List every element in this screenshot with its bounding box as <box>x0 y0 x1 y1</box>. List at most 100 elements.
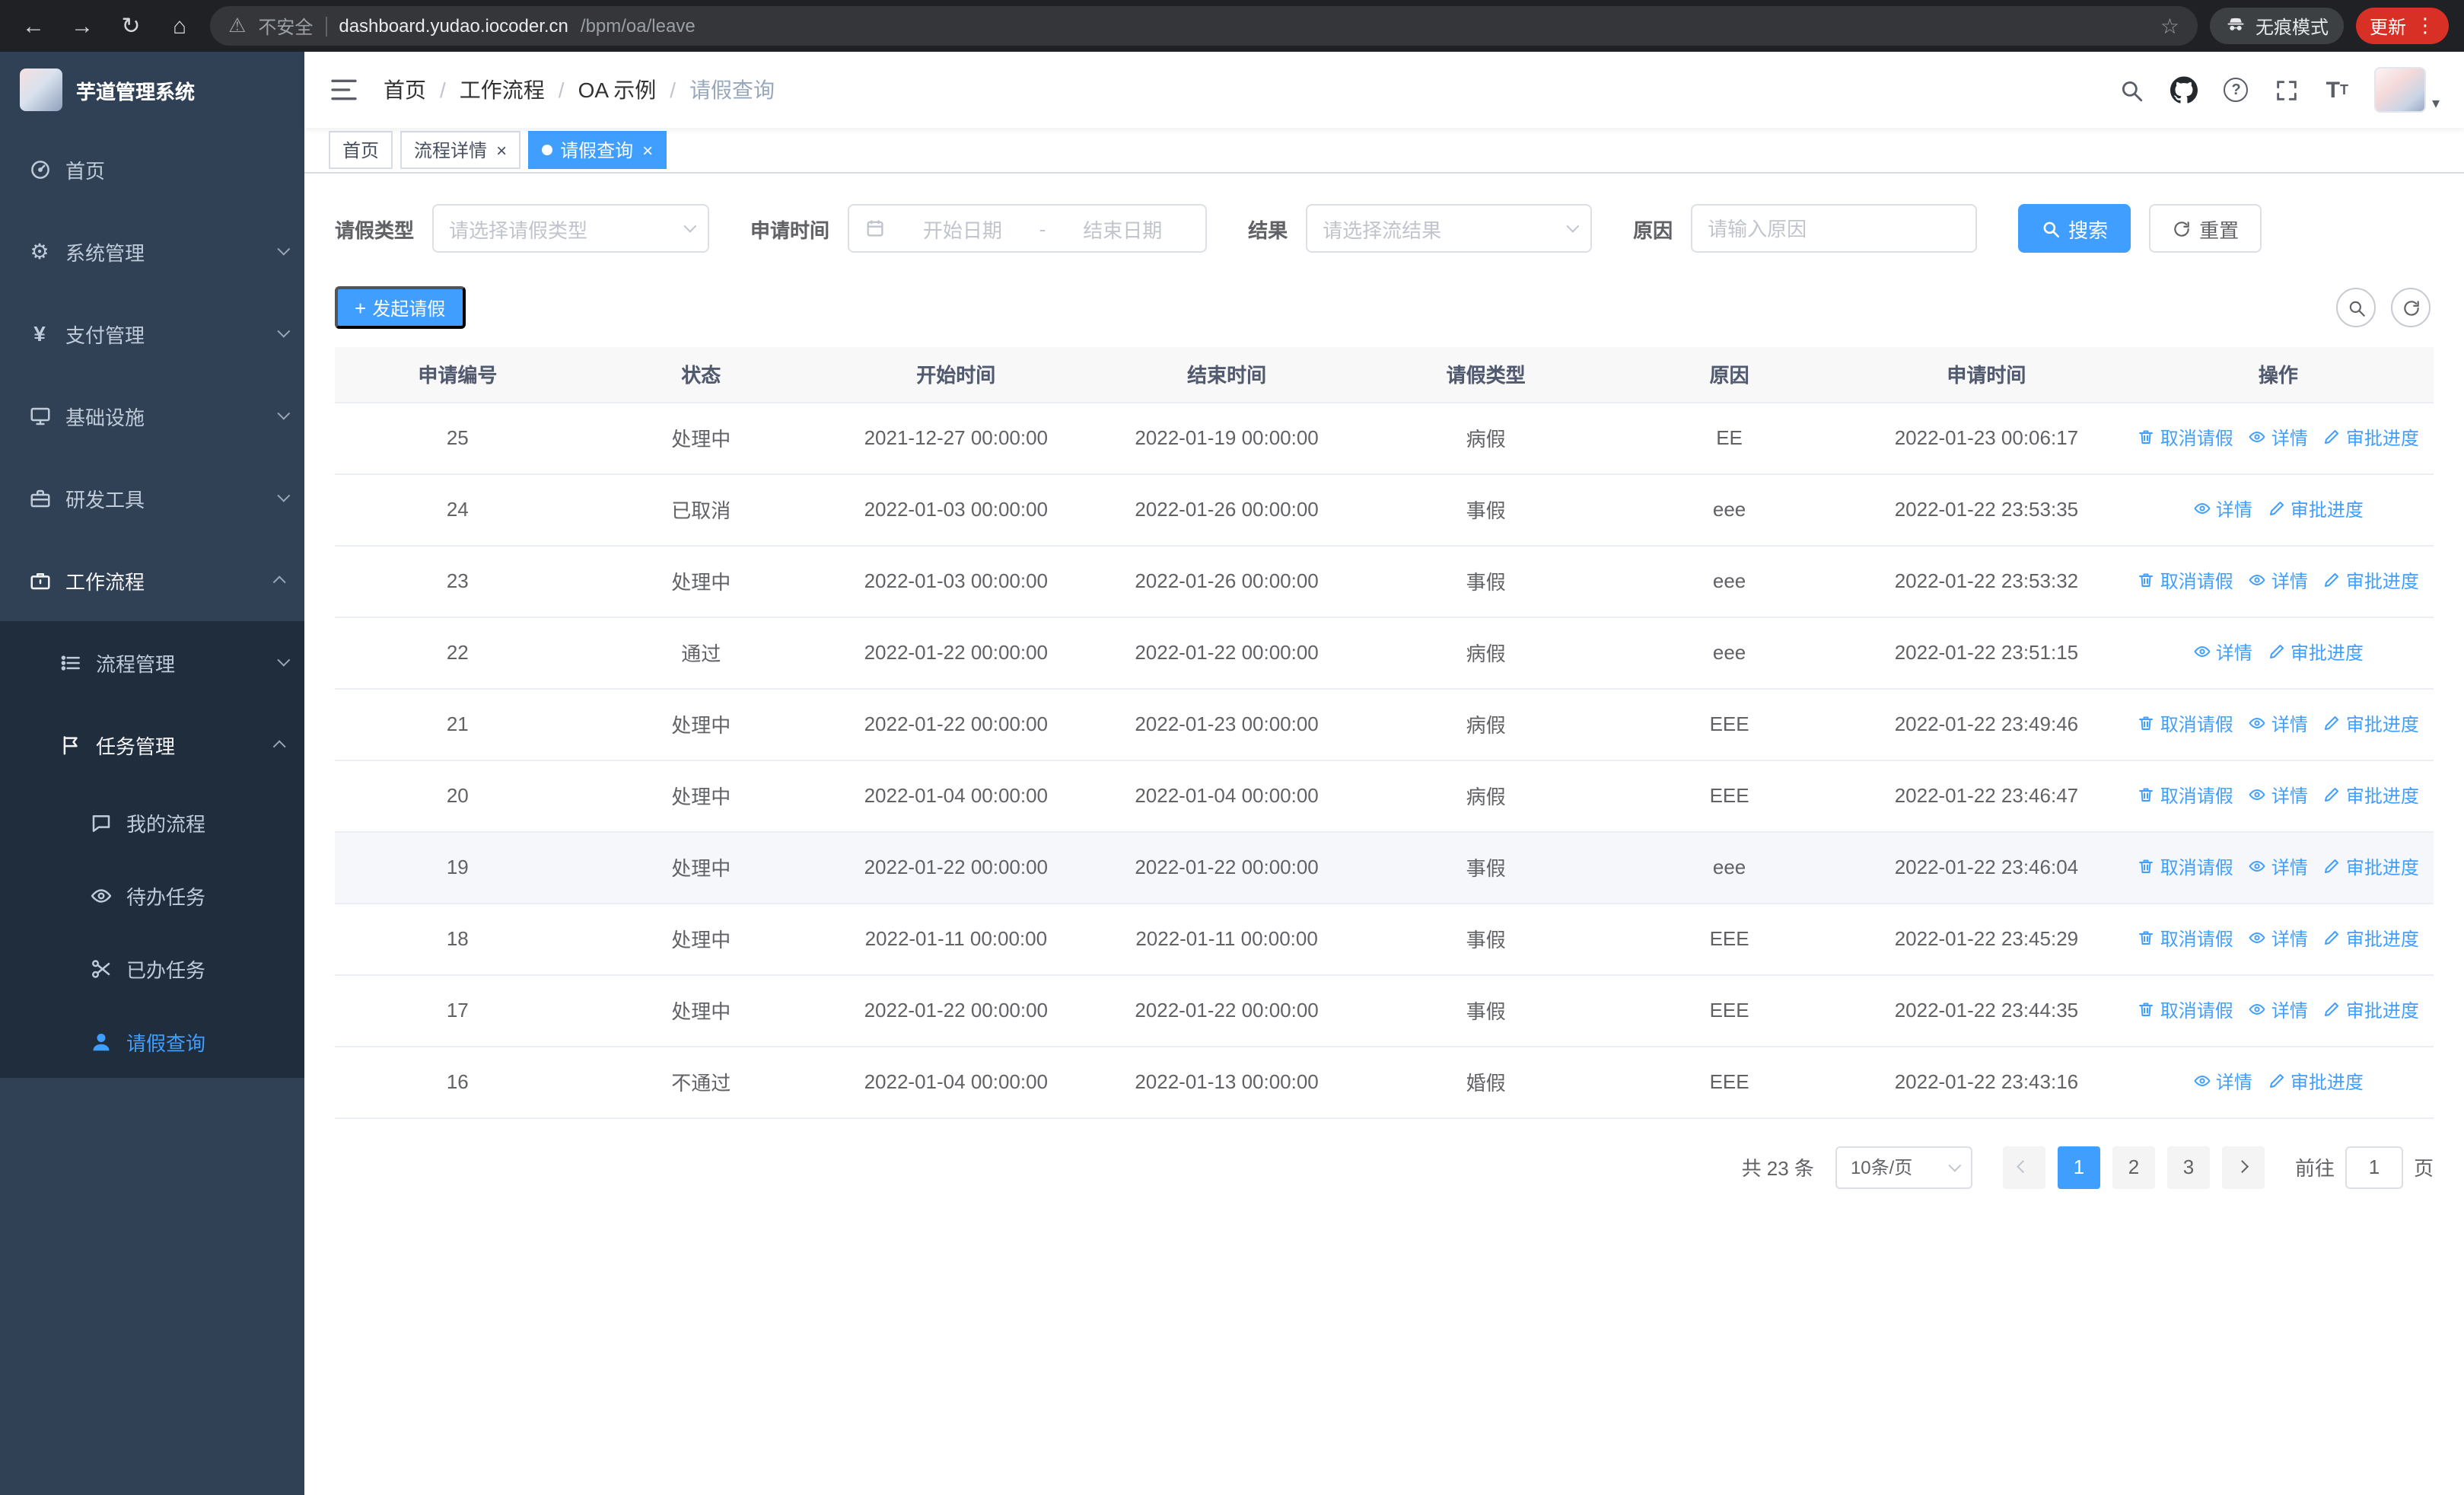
action-label: 取消请假 <box>2160 785 2233 807</box>
help-icon[interactable] <box>2224 78 2249 102</box>
breadcrumb-item[interactable]: 工作流程 <box>460 75 545 105</box>
pagination: 共 23 条 10条/页 123 前往 页 <box>335 1146 2434 1188</box>
cancel-action-link[interactable]: 取消请假 <box>2138 711 2233 737</box>
leave-table: 申请编号 状态 开始时间 结束时间 请假类型 原因 申请时间 操作 25 处理中 2021-12-… <box>335 347 2434 1118</box>
breadcrumb-separator: / <box>558 78 565 102</box>
fullscreen-icon[interactable] <box>2275 77 2300 103</box>
tab-close-icon[interactable]: × <box>642 141 653 159</box>
cancel-action-link[interactable]: 取消请假 <box>2138 854 2233 880</box>
progress-action-link[interactable]: 审批进度 <box>2268 639 2364 665</box>
detail-action-link[interactable]: 详情 <box>2193 1069 2252 1095</box>
sidebar-item-devtools[interactable]: 研发工具 <box>0 457 304 539</box>
sidebar-item-home[interactable]: 首页 <box>0 128 304 210</box>
sidebar-item-my-process[interactable]: 我的流程 <box>0 786 304 859</box>
breadcrumb-item[interactable]: OA 示例 <box>578 75 657 105</box>
result-label: 结果 <box>1248 218 1288 241</box>
browser-menu-icon[interactable]: ⋮ <box>2415 14 2435 38</box>
bookmark-star-icon[interactable]: ☆ <box>2160 13 2179 39</box>
sidebar-item-leave-query[interactable]: 请假查询 <box>0 1005 304 1078</box>
refresh-icon <box>2174 221 2189 236</box>
sidebar-item-done-tasks[interactable]: 已办任务 <box>0 932 304 1005</box>
detail-action-link[interactable]: 详情 <box>2249 783 2308 808</box>
progress-action-link[interactable]: 审批进度 <box>2268 496 2364 522</box>
sidebar-item-todo-tasks[interactable]: 待办任务 <box>0 859 304 932</box>
browser-back-button[interactable]: ← <box>15 8 52 44</box>
progress-action-link[interactable]: 审批进度 <box>2323 783 2419 808</box>
hamburger-icon[interactable] <box>329 75 359 105</box>
detail-action-link[interactable]: 详情 <box>2249 425 2308 451</box>
browser-update-button[interactable]: 更新 ⋮ <box>2355 8 2449 44</box>
cancel-action-link[interactable]: 取消请假 <box>2138 425 2233 451</box>
chevron-down-icon <box>1948 1158 1962 1171</box>
action-label: 审批进度 <box>2345 856 2419 878</box>
progress-action-link[interactable]: 审批进度 <box>2323 711 2419 737</box>
cancel-action-link[interactable]: 取消请假 <box>2138 568 2233 594</box>
action-label: 取消请假 <box>2160 713 2233 735</box>
sidebar-item-system[interactable]: ⚙ 系统管理 <box>0 210 304 292</box>
detail-action-link[interactable]: 详情 <box>2193 496 2252 522</box>
detail-action-link[interactable]: 详情 <box>2249 711 2308 737</box>
progress-action-link[interactable]: 审批进度 <box>2323 926 2419 952</box>
table-row: 20 处理中 2022-01-04 00:00:00 2022-01-04 00:00… <box>335 760 2434 832</box>
toggle-search-button[interactable] <box>2336 288 2376 327</box>
action-label: 审批进度 <box>2345 928 2419 950</box>
sidebar-item-payment[interactable]: ¥ 支付管理 <box>0 292 304 375</box>
cancel-action-link[interactable]: 取消请假 <box>2138 783 2233 808</box>
detail-action-link[interactable]: 详情 <box>2249 854 2308 880</box>
logo-image <box>20 69 62 111</box>
browser-home-button[interactable]: ⌂ <box>161 8 198 44</box>
chevron-down-icon <box>277 324 291 338</box>
detail-action-link[interactable]: 详情 <box>2193 639 2252 665</box>
navbar: 首页 / 工作流程 / OA 示例 / 请假查询 ▾ <box>304 52 2464 128</box>
sidebar-item-process-mgmt[interactable]: 流程管理 <box>0 621 304 703</box>
page-size-select[interactable]: 10条/页 <box>1835 1146 1972 1188</box>
progress-action-link[interactable]: 审批进度 <box>2323 568 2419 594</box>
progress-action-link[interactable]: 审批进度 <box>2323 997 2419 1023</box>
goto-page-input[interactable] <box>2345 1146 2403 1188</box>
search-icon <box>2348 300 2364 316</box>
detail-action-link[interactable]: 详情 <box>2249 926 2308 952</box>
search-icon[interactable] <box>2119 77 2145 103</box>
sidebar-item-workflow[interactable]: 工作流程 <box>0 539 304 621</box>
prev-page-button[interactable] <box>2002 1146 2045 1188</box>
search-button[interactable]: 搜索 <box>2018 204 2131 253</box>
reason-input[interactable] <box>1708 217 1961 240</box>
next-page-button[interactable] <box>2221 1146 2265 1188</box>
reset-button[interactable]: 重置 <box>2149 204 2262 253</box>
tab-home[interactable]: 首页 <box>329 131 393 169</box>
user-menu[interactable]: ▾ <box>2373 67 2440 113</box>
tab-process-detail[interactable]: 流程详情 × <box>400 131 521 169</box>
cancel-action-link[interactable]: 取消请假 <box>2138 997 2233 1023</box>
font-size-icon[interactable] <box>2326 77 2348 103</box>
avatar[interactable] <box>2373 67 2426 113</box>
app-logo[interactable]: 芋道管理系统 <box>0 52 304 128</box>
detail-action-link[interactable]: 详情 <box>2249 568 2308 594</box>
cell-applied: 2022-01-22 23:51:15 <box>1850 617 2123 689</box>
leave-type-select[interactable]: 请选择请假类型 <box>432 204 710 253</box>
breadcrumb-item[interactable]: 首页 <box>384 75 426 105</box>
address-bar[interactable]: ⚠ 不安全 dashboard.yudao.iocoder.cn/bpm/oa/… <box>210 6 2198 46</box>
cancel-action-link[interactable]: 取消请假 <box>2138 926 2233 952</box>
progress-action-link[interactable]: 审批进度 <box>2323 425 2419 451</box>
browser-forward-button[interactable]: → <box>64 8 100 44</box>
sidebar-item-infrastructure[interactable]: 基础设施 <box>0 375 304 457</box>
page-button-1[interactable]: 1 <box>2057 1146 2100 1188</box>
refresh-table-button[interactable] <box>2391 288 2431 327</box>
browser-reload-button[interactable]: ↻ <box>113 8 149 44</box>
cell-status: 处理中 <box>580 831 822 904</box>
app-frame: 芋道管理系统 首页 ⚙ 系统管理 ¥ 支付管理 基础设施 研发工具 工作流程 流程管理 任务管理我… <box>0 52 2464 1495</box>
date-range-picker[interactable]: 开始日期 - 结束日期 <box>848 204 1208 253</box>
detail-action-link[interactable]: 详情 <box>2249 997 2308 1023</box>
result-select[interactable]: 请选择流结果 <box>1306 204 1593 253</box>
create-leave-button[interactable]: + 发起请假 <box>335 286 466 329</box>
security-label[interactable]: 不安全 <box>258 13 313 39</box>
progress-action-link[interactable]: 审批进度 <box>2268 1069 2364 1095</box>
cell-end: 2022-01-19 00:00:00 <box>1090 402 1364 474</box>
page-button-3[interactable]: 3 <box>2166 1146 2210 1188</box>
tab-close-icon[interactable]: × <box>496 141 507 159</box>
github-icon[interactable] <box>2170 76 2198 104</box>
progress-action-link[interactable]: 审批进度 <box>2323 854 2419 880</box>
page-button-2[interactable]: 2 <box>2112 1146 2155 1188</box>
tab-leave-query[interactable]: 请假查询 × <box>528 131 667 169</box>
sidebar-item-task-mgmt[interactable]: 任务管理 <box>0 703 304 786</box>
